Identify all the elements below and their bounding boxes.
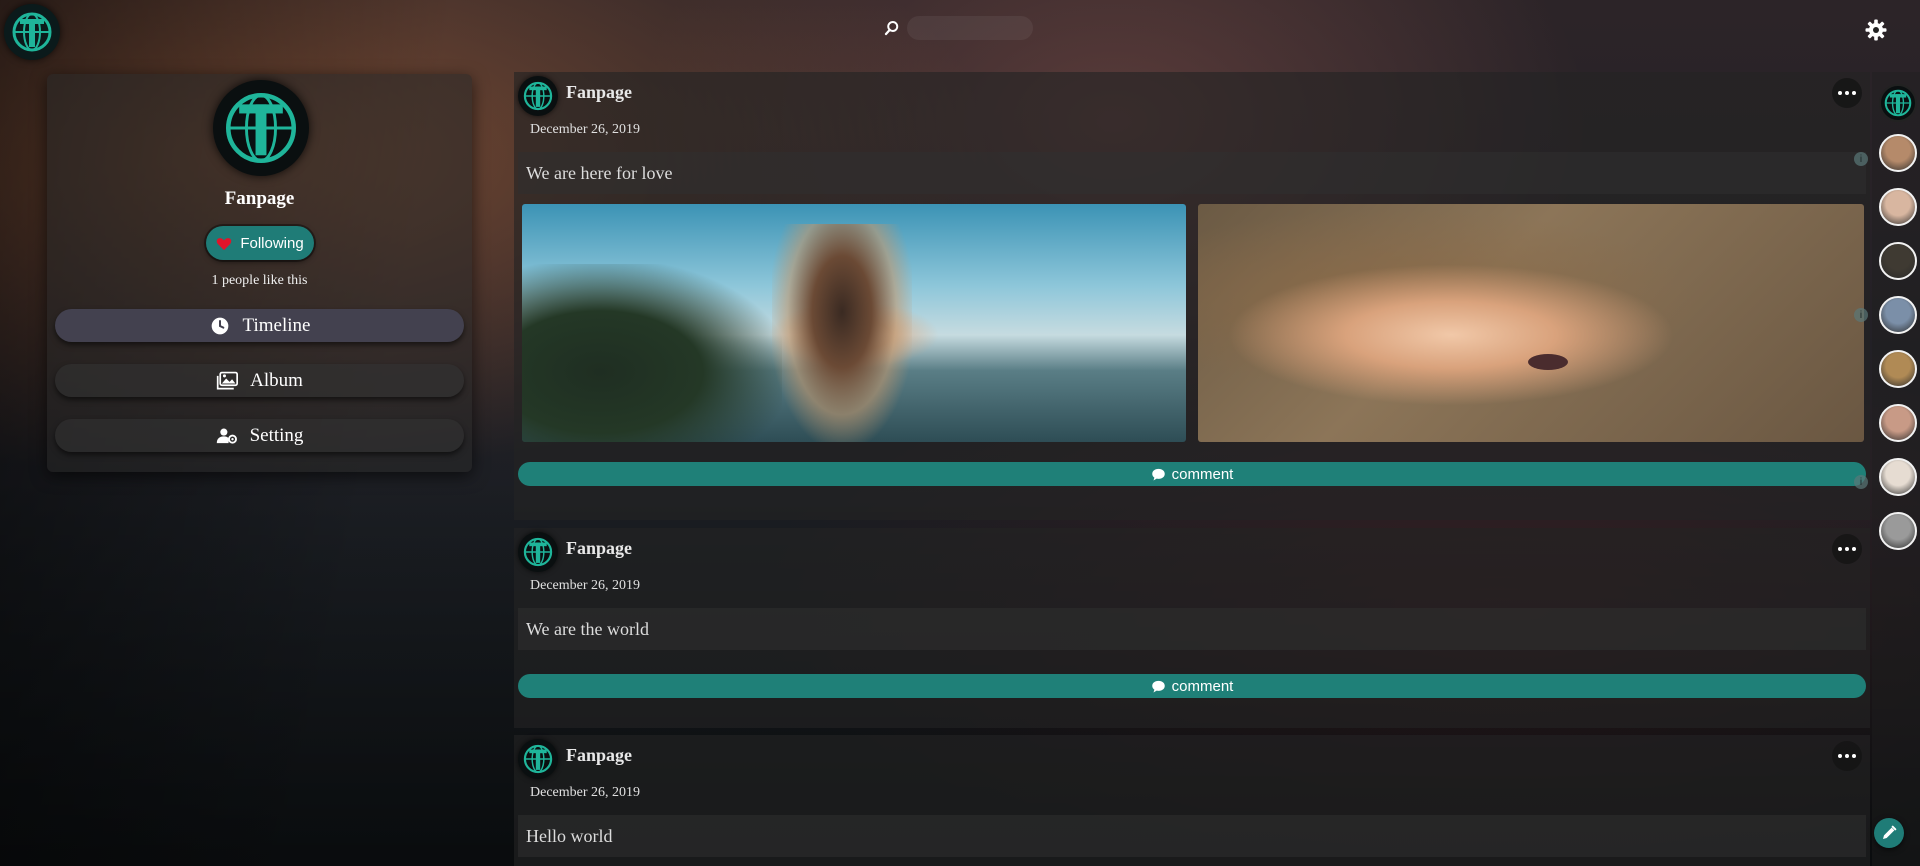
nav-label-album: Album	[250, 369, 303, 391]
post-more-options-button[interactable]	[1832, 78, 1862, 108]
friend-avatar[interactable]	[1879, 458, 1917, 496]
globe-logo-icon	[523, 537, 553, 567]
post-card: Fanpage December 26, 2019 Hello world	[514, 735, 1870, 866]
globe-logo-icon	[1884, 89, 1912, 117]
post-text: Hello world	[518, 815, 1866, 857]
post-feed[interactable]: Fanpage December 26, 2019 We are here fo…	[514, 72, 1870, 866]
images-icon	[216, 371, 239, 389]
post-more-options-button[interactable]	[1832, 741, 1862, 771]
comment-button[interactable]: comment	[518, 462, 1866, 486]
friend-avatar[interactable]	[1879, 242, 1917, 280]
profile-avatar[interactable]	[213, 80, 309, 176]
friend-avatar[interactable]	[1879, 296, 1917, 334]
comment-icon	[1151, 680, 1165, 692]
post-author-avatar[interactable]	[518, 76, 558, 116]
nav-item-setting[interactable]: Setting	[55, 419, 464, 452]
post-text: We are the world	[518, 608, 1866, 650]
following-button[interactable]: Following	[206, 226, 314, 260]
globe-logo-icon	[226, 93, 296, 163]
globe-logo-icon	[523, 744, 553, 774]
friend-avatar-fanpage[interactable]	[1879, 84, 1917, 122]
globe-logo-icon	[12, 12, 52, 52]
post-author-name[interactable]: Fanpage	[566, 745, 632, 766]
info-icon[interactable]: i	[1854, 152, 1868, 166]
post-more-options-button[interactable]	[1832, 534, 1862, 564]
friend-avatar[interactable]	[1879, 512, 1917, 550]
post-header: Fanpage December 26, 2019	[514, 72, 1870, 152]
nav-item-timeline[interactable]: Timeline	[55, 309, 464, 342]
more-dots-icon	[1838, 91, 1842, 95]
info-icon[interactable]: i	[1854, 475, 1868, 489]
likes-count: 1 people like this	[211, 273, 308, 288]
clock-icon	[211, 317, 228, 334]
friend-avatar[interactable]	[1879, 188, 1917, 226]
pencil-icon	[1883, 825, 1897, 839]
comment-button[interactable]: comment	[518, 674, 1866, 698]
nav-label-setting: Setting	[249, 424, 304, 446]
profile-name: Fanpage	[224, 188, 295, 209]
compose-post-button[interactable]	[1874, 818, 1904, 848]
post-date: December 26, 2019	[530, 785, 641, 800]
comment-label: comment	[1171, 677, 1234, 695]
gear-icon[interactable]	[1864, 18, 1888, 42]
search-input[interactable]	[907, 16, 1033, 40]
post-author-avatar[interactable]	[518, 739, 558, 779]
post-text: We are here for love	[518, 152, 1866, 194]
search-icon[interactable]	[883, 17, 901, 39]
comment-label: comment	[1171, 465, 1234, 483]
site-logo[interactable]	[4, 4, 60, 60]
nav-label-timeline: Timeline	[242, 314, 311, 336]
comment-icon	[1151, 468, 1165, 480]
post-card: Fanpage December 26, 2019 We are here fo…	[514, 72, 1870, 520]
post-images: i	[514, 204, 1870, 444]
post-date: December 26, 2019	[530, 122, 641, 137]
globe-logo-icon	[523, 81, 553, 111]
more-dots-icon	[1838, 754, 1842, 758]
post-card: Fanpage December 26, 2019 We are the wor…	[514, 528, 1870, 728]
post-author-name[interactable]: Fanpage	[566, 82, 632, 103]
post-author-name[interactable]: Fanpage	[566, 538, 632, 559]
post-header: Fanpage December 26, 2019	[514, 528, 1870, 608]
friend-list	[1872, 72, 1920, 866]
post-photo[interactable]	[522, 204, 1186, 442]
friend-avatar[interactable]	[1879, 350, 1917, 388]
post-author-avatar[interactable]	[518, 532, 558, 572]
following-label: Following	[240, 234, 304, 252]
post-photo[interactable]	[1198, 204, 1864, 442]
friend-avatar[interactable]	[1879, 404, 1917, 442]
friend-avatar[interactable]	[1879, 134, 1917, 172]
post-date: December 26, 2019	[530, 578, 641, 593]
users-cog-icon	[216, 428, 237, 444]
more-dots-icon	[1838, 547, 1842, 551]
heart-icon	[217, 237, 232, 250]
search-bar[interactable]	[883, 10, 1033, 46]
post-header: Fanpage December 26, 2019	[514, 735, 1870, 815]
profile-panel: Fanpage Following 1 people like this Tim…	[47, 74, 472, 472]
info-icon[interactable]: i	[1854, 308, 1868, 322]
nav-item-album[interactable]: Album	[55, 364, 464, 397]
